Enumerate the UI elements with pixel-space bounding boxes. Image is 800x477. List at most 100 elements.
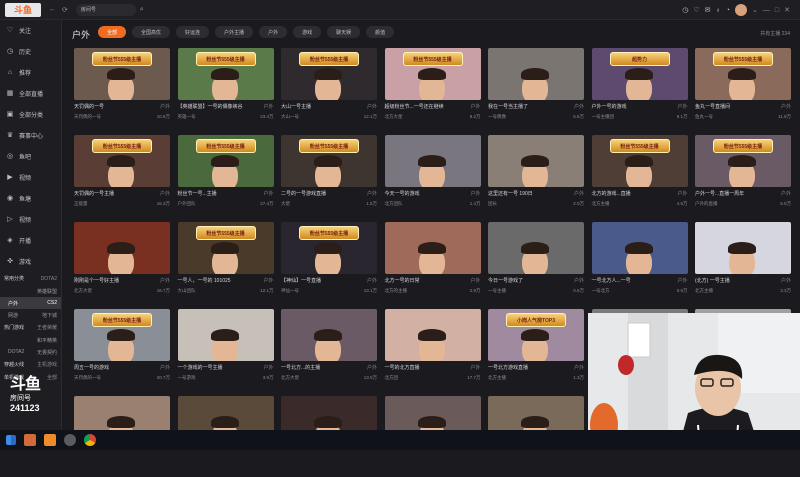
stream-card[interactable]: 一号北方人...一号 户外 一号北方 0.6万 [591, 222, 688, 303]
chrome-icon[interactable] [84, 434, 96, 446]
refresh-icon[interactable]: ⟳ [62, 6, 68, 14]
stream-thumbnail[interactable]: 粉丝节555级主播 [591, 135, 688, 187]
streamer-name[interactable]: 北方主播 [488, 375, 506, 381]
stream-card[interactable]: 粉丝节555级主播 【英雄联盟】一号的偶像峡谷 户外 英雄一号 23.4万 [177, 48, 274, 129]
stream-card[interactable]: 粉丝节555级主播 天罚偶的一号 户外 天罚偶的一号 10.6万 [74, 48, 170, 129]
stream-card[interactable]: 一号的北方直播 户外 北方团 17.7万 [384, 309, 481, 390]
sidebar-item-history[interactable]: ◷ 历史 [0, 41, 61, 62]
sidebar-item-all-category[interactable]: ▣ 全部分类 [0, 104, 61, 125]
streamer-name[interactable]: 北方的主播 [385, 288, 408, 294]
streamer-name[interactable]: 鱼丸一号 [695, 114, 713, 120]
stream-thumbnail[interactable] [384, 309, 481, 361]
streamer-name[interactable]: 一号偶像 [488, 114, 506, 120]
streamer-name[interactable]: 天罚偶的一号 [74, 375, 101, 381]
tab[interactable]: 全国高优 [132, 26, 171, 38]
stream-card[interactable]: 粉丝节555级主播 粉丝节一号...主播 户外 户外团队 27.4万 [177, 135, 274, 216]
stream-card[interactable]: 粉丝节555级主播 天罚偶的一号主播 户外 正能量 16.3万 [74, 135, 170, 216]
streamer-name[interactable]: 北方主播 [592, 201, 610, 207]
stream-thumbnail[interactable] [384, 135, 481, 187]
stream-thumbnail[interactable] [488, 222, 584, 274]
tab[interactable]: 颜值 [366, 26, 395, 38]
sidebar-item-game[interactable]: ✜ 游戏 [0, 251, 61, 272]
sidebar-sub[interactable]: 网游 地下城 [0, 309, 61, 321]
tab[interactable]: 户外 [259, 26, 288, 38]
app-icon[interactable] [64, 434, 76, 446]
stream-thumbnail[interactable]: 粉丝节555级主播 [384, 48, 481, 100]
stream-card[interactable]: (北方) 一号主播 户外 北方主播 3.3万 [695, 222, 791, 303]
close-icon[interactable]: ✕ [784, 6, 790, 14]
heart-icon[interactable]: ♡ [693, 6, 699, 14]
bell-icon[interactable]: ◔ [726, 7, 730, 14]
sidebar-item-all-live[interactable]: ▦ 全部直播 [0, 83, 61, 104]
stream-card[interactable]: 粉丝节555级主播 北方的游戏...直播 户外 北方主播 4.5万 [591, 135, 688, 216]
windows-icon[interactable] [6, 435, 16, 445]
tab[interactable]: 户外主播 [215, 26, 254, 38]
stream-thumbnail[interactable]: 粉丝节555级主播 [281, 222, 377, 274]
stream-thumbnail[interactable]: 粉丝节555级主播 [74, 48, 170, 100]
streamer-name[interactable]: 神仙一号 [281, 288, 299, 294]
streamer-name[interactable]: 北方团队 [385, 201, 403, 207]
streamer-name[interactable]: 大佬 [281, 201, 290, 207]
streamer-name[interactable]: 户外团队 [178, 201, 196, 207]
sidebar-sub[interactable]: 英雄联盟 [0, 285, 61, 297]
stream-thumbnail[interactable] [74, 222, 170, 274]
stream-thumbnail[interactable] [177, 309, 274, 361]
clock-icon[interactable]: ◷ [682, 6, 688, 14]
sidebar-item-events[interactable]: ♛ 赛事中心 [0, 125, 61, 146]
stream-card[interactable]: 超势力 户外一号的游戏 户外 一号主播团 9.1万 [591, 48, 688, 129]
stream-thumbnail[interactable]: 粉丝节555级主播 [177, 48, 274, 100]
sidebar-item-broadcast[interactable]: ◈ 开播 [0, 230, 61, 251]
streamer-name[interactable]: 一号主播团 [592, 114, 615, 120]
avatar[interactable] [735, 4, 748, 16]
sidebar-item-video[interactable]: ▶ 视频 [0, 167, 61, 188]
sidebar-item-follow[interactable]: ♡ 关注 [0, 20, 61, 41]
stream-card[interactable]: 粉丝节555级主播 【神仙】一号直播 户外 神仙一号 13.1万 [281, 222, 377, 303]
stream-thumbnail[interactable] [695, 222, 791, 274]
stream-card[interactable]: 粉丝节555级主播 一号人，一号的 101025 户外 大山团队 12.1万 [177, 222, 274, 303]
sidebar-item-recommend[interactable]: ⌂ 推荐 [0, 62, 61, 83]
stream-thumbnail[interactable]: 粉丝节555级主播 [695, 48, 791, 100]
stream-card[interactable]: 一号北方...的主播 户外 北方大佬 13.0万 [281, 309, 377, 390]
stream-card[interactable]: 粉丝节555级主播 二号的一号游戏直播 户外 大佬 1.5万 [281, 135, 377, 216]
stream-thumbnail[interactable] [384, 222, 481, 274]
streamer-name[interactable]: 一号主播 [488, 288, 506, 294]
tab[interactable]: 聊天娱 [327, 26, 361, 38]
stream-thumbnail[interactable] [591, 222, 688, 274]
shirt-icon[interactable]: ♁ [716, 7, 721, 14]
search-icon[interactable] [24, 434, 36, 446]
stream-card[interactable]: 我在一号当主播了 户外 一号偶像 5.6万 [488, 48, 584, 129]
streamer-name[interactable]: 正能量 [74, 201, 88, 207]
stream-thumbnail[interactable]: 粉丝节555级主播 [281, 135, 377, 187]
stream-thumbnail[interactable]: 粉丝节555级主播 [695, 135, 791, 187]
stream-thumbnail[interactable]: 粉丝节555级主播 [281, 48, 377, 100]
streamer-name[interactable]: 一号游戏 [178, 375, 196, 381]
tab[interactable]: 游戏 [293, 26, 322, 38]
stream-thumbnail[interactable] [281, 309, 377, 361]
search-input[interactable]: 房间号 [75, 3, 136, 16]
chevron-down-icon[interactable]: ⌄ [752, 6, 758, 14]
stream-card[interactable]: 粉丝节555级主播 超级粉丝节...一号还在继续 户外 北方大星 8.2万 [384, 48, 481, 129]
streamer-name[interactable]: 英雄一号 [178, 114, 196, 120]
stream-card[interactable]: 粉丝节555级主播 大山一号主播 户外 大山一号 12.1万 [281, 48, 377, 129]
sidebar-group[interactable]: 热门游戏 王者荣耀 [0, 321, 61, 334]
sidebar-item-yuba[interactable]: ◎ 鱼吧 [0, 146, 61, 167]
stream-thumbnail[interactable]: 粉丝节555级主播 [177, 222, 274, 274]
stream-card[interactable]: 今日一号游戏了 户外 一号主播 0.6万 [488, 222, 584, 303]
tab-all[interactable]: 全部 [98, 26, 127, 38]
streamer-name[interactable]: 一号北方 [592, 288, 610, 294]
stream-card[interactable]: 粉丝节555级主播 鱼丸一号直播间 户外 鱼丸一号 11.9万 [695, 48, 791, 129]
sidebar-item-pond[interactable]: ◉ 鱼塘 [0, 188, 61, 209]
stream-card[interactable]: 一个游戏的一号主播 户外 一号游戏 3.9万 [177, 309, 274, 390]
sidebar-group[interactable]: 常用分类 DOTA2 [0, 272, 61, 285]
stream-thumbnail[interactable]: 粉丝节555级主播 [74, 309, 170, 361]
streamer-name[interactable]: 大山团队 [178, 288, 196, 294]
stream-card[interactable]: 小岗人气榜TOP3 一号北方游戏直播 户外 北方主播 1.3万 [488, 309, 584, 390]
stream-card[interactable]: 今天一号的游戏 户外 北方团队 1.4万 [384, 135, 481, 216]
sidebar-sub[interactable]: 和平精英 [0, 334, 61, 346]
streamer-name[interactable]: 大山一号 [281, 114, 299, 120]
streamer-name[interactable]: 团长 [488, 201, 497, 207]
stream-card[interactable]: 北方一号的日常 户外 北方的主播 2.9万 [384, 222, 481, 303]
maximize-icon[interactable]: □ [775, 7, 779, 14]
douyu-logo[interactable]: 斗鱼 [5, 2, 41, 17]
streamer-name[interactable]: 北方大佬 [281, 375, 299, 381]
